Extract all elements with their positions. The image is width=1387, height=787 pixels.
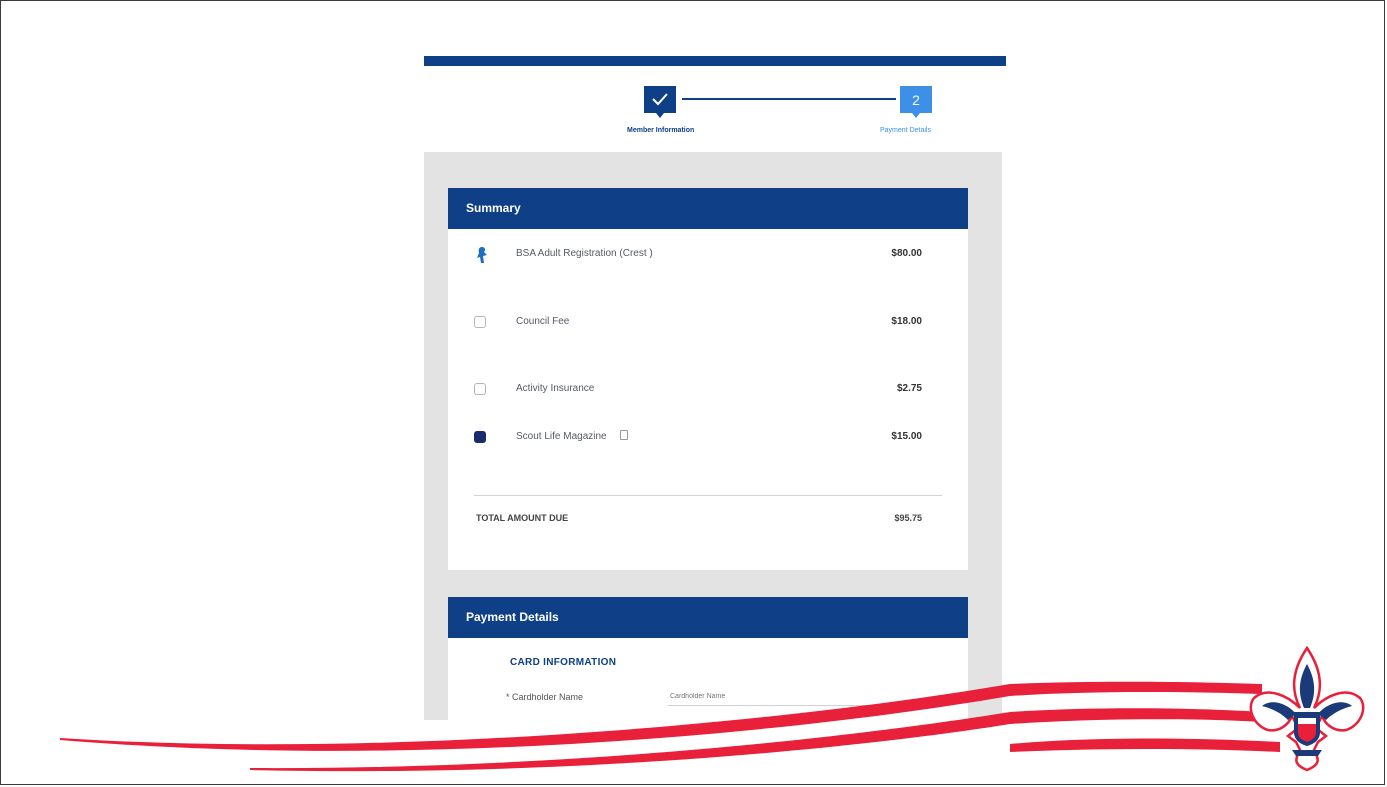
decorative-swoosh: [60, 681, 1280, 772]
bsa-fleur-de-lis-logo: [1249, 646, 1365, 772]
